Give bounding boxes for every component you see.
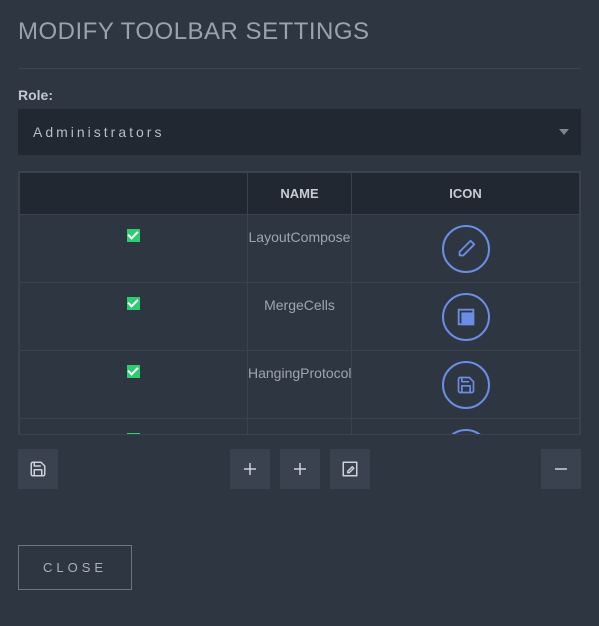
save-button[interactable] xyxy=(18,449,58,489)
merge-icon xyxy=(442,293,490,341)
row-checkbox[interactable] xyxy=(127,297,140,310)
row-name: SaveStructuredDisplay xyxy=(248,419,352,436)
dialog-title: MODIFY TOOLBAR SETTINGS xyxy=(18,18,581,46)
row-checkbox[interactable] xyxy=(127,365,140,378)
add-button[interactable] xyxy=(230,449,270,489)
table-header-icon: ICON xyxy=(352,173,580,215)
save-icon xyxy=(442,361,490,409)
table-row: LayoutCompose xyxy=(20,215,580,283)
toolbar-table-scroll[interactable]: NAME ICON LayoutCompose MergeCells xyxy=(18,171,581,435)
display-icon xyxy=(442,429,490,436)
toolbar-table: NAME ICON LayoutCompose MergeCells xyxy=(19,172,580,435)
edit-icon xyxy=(442,225,490,273)
row-checkbox[interactable] xyxy=(127,229,140,242)
role-select[interactable]: Administrators xyxy=(18,109,581,155)
add-button-2[interactable] xyxy=(280,449,320,489)
close-button[interactable]: CLOSE xyxy=(18,545,132,590)
action-bar xyxy=(18,449,581,489)
row-checkbox[interactable] xyxy=(127,433,140,435)
table-row: MergeCells xyxy=(20,283,580,351)
remove-button[interactable] xyxy=(541,449,581,489)
divider xyxy=(18,68,581,69)
edit-button[interactable] xyxy=(330,449,370,489)
table-header-row: NAME ICON xyxy=(20,173,580,215)
row-name: HangingProtocol xyxy=(248,351,352,419)
table-header-check xyxy=(20,173,248,215)
row-name: LayoutCompose xyxy=(248,215,352,283)
table-row: HangingProtocol xyxy=(20,351,580,419)
table-row: SaveStructuredDisplay xyxy=(20,419,580,436)
row-name: MergeCells xyxy=(248,283,352,351)
role-label: Role: xyxy=(18,87,581,103)
table-header-name: NAME xyxy=(248,173,352,215)
